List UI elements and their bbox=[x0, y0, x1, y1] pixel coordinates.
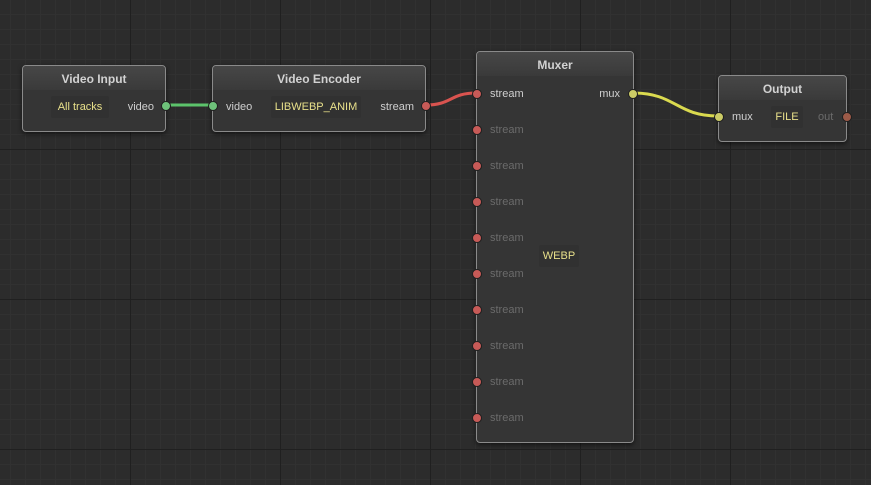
muxer-stream-port-1[interactable] bbox=[472, 89, 482, 99]
muxer-stream-port-4[interactable] bbox=[472, 197, 482, 207]
muxer-stream-label-2: stream bbox=[490, 124, 524, 136]
muxer-stream-port-2[interactable] bbox=[472, 125, 482, 135]
video-input-output-label: video bbox=[127, 101, 154, 113]
node-graph-canvas[interactable]: Video Input All tracks video Video Encod… bbox=[0, 0, 871, 485]
muxer-output-port[interactable] bbox=[628, 89, 638, 99]
muxer-format-value[interactable]: WEBP bbox=[539, 245, 579, 267]
video-encoder-codec-value[interactable]: LIBWEBP_ANIM bbox=[271, 96, 361, 118]
muxer-stream-label-5: stream bbox=[490, 232, 524, 244]
muxer-stream-label-4: stream bbox=[490, 196, 524, 208]
video-input-output-port[interactable] bbox=[161, 101, 171, 111]
muxer-stream-label-9: stream bbox=[490, 376, 524, 388]
muxer-stream-port-7[interactable] bbox=[472, 305, 482, 315]
muxer-stream-port-8[interactable] bbox=[472, 341, 482, 351]
output-input-port[interactable] bbox=[714, 112, 724, 122]
muxer-stream-port-5[interactable] bbox=[472, 233, 482, 243]
muxer-stream-label-10: stream bbox=[490, 412, 524, 424]
muxer-stream-port-6[interactable] bbox=[472, 269, 482, 279]
output-input-label: mux bbox=[732, 111, 753, 123]
video-input-tracks-value[interactable]: All tracks bbox=[51, 96, 109, 118]
output-file-value[interactable]: FILE bbox=[771, 106, 803, 128]
muxer-stream-port-9[interactable] bbox=[472, 377, 482, 387]
output-out-label: out bbox=[818, 111, 834, 123]
output-out-port[interactable] bbox=[842, 112, 852, 122]
video-encoder-title: Video Encoder bbox=[213, 66, 425, 90]
muxer-stream-label-3: stream bbox=[490, 160, 524, 172]
muxer-stream-label-6: stream bbox=[490, 268, 524, 280]
muxer-stream-port-10[interactable] bbox=[472, 413, 482, 423]
muxer-stream-port-3[interactable] bbox=[472, 161, 482, 171]
video-encoder-output-port[interactable] bbox=[421, 101, 431, 111]
video-encoder-input-port[interactable] bbox=[208, 101, 218, 111]
video-encoder-output-label: stream bbox=[380, 101, 414, 113]
wire-stream[interactable] bbox=[425, 91, 477, 107]
video-input-node[interactable]: Video Input All tracks video bbox=[22, 65, 171, 132]
video-encoder-node[interactable]: Video Encoder video LIBWEBP_ANIM stream bbox=[208, 65, 431, 132]
output-node[interactable]: Output mux FILE out bbox=[714, 75, 852, 142]
video-input-title: Video Input bbox=[23, 66, 165, 90]
output-title: Output bbox=[719, 76, 846, 100]
muxer-title: Muxer bbox=[477, 52, 633, 76]
muxer-stream-label-7: stream bbox=[490, 304, 524, 316]
wire-mux[interactable] bbox=[632, 91, 719, 118]
muxer-stream-label-8: stream bbox=[490, 340, 524, 352]
muxer-node[interactable]: Muxer stream stream stream stream stream… bbox=[472, 51, 638, 443]
video-encoder-input-label: video bbox=[226, 101, 253, 113]
muxer-stream-label-1: stream bbox=[490, 88, 524, 100]
muxer-output-label: mux bbox=[599, 88, 620, 100]
